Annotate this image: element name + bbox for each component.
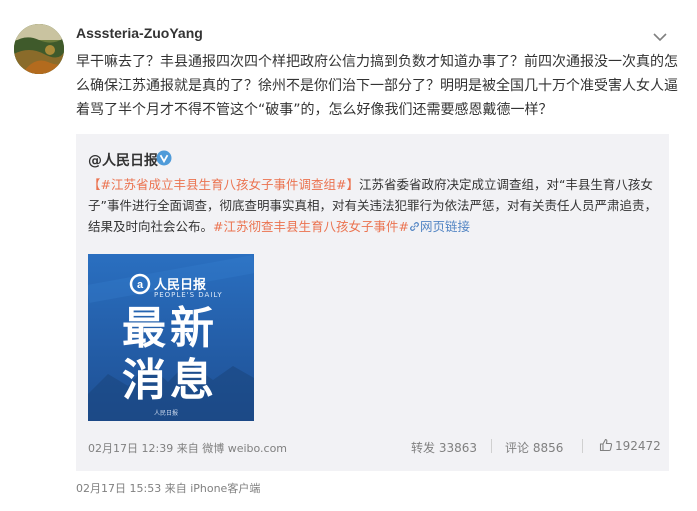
forward-button[interactable]: 转发 33863 <box>411 439 477 456</box>
like-icon[interactable] <box>599 438 613 452</box>
web-link[interactable]: 网页链接 <box>409 219 470 234</box>
post-username[interactable]: Asssteria-ZuoYang <box>76 25 203 41</box>
comment-button[interactable]: 评论 8856 <box>505 439 563 456</box>
news-image[interactable]: a 人民日报 PEOPLE'S DAILY 最新 消息 人民日报 <box>88 254 254 421</box>
verified-badge-icon <box>156 150 172 166</box>
divider <box>491 439 492 453</box>
original-meta: 02月17日 12:39 来自 微博 weibo.com <box>88 440 287 456</box>
avatar[interactable] <box>14 24 64 74</box>
like-count[interactable]: 192472 <box>615 439 661 453</box>
original-source: 来自 微博 weibo.com <box>176 442 288 455</box>
post-time[interactable]: 02月17日 15:53 <box>76 482 161 495</box>
image-logo-subtext: PEOPLE'S DAILY <box>154 291 223 299</box>
original-author[interactable]: @人民日报 <box>88 150 158 170</box>
original-actions: 转发 33863 评论 8856 192472 <box>409 436 669 456</box>
post-source: 来自 iPhone客户端 <box>164 482 261 495</box>
hashtag-link[interactable]: 【#江苏省成立丰县生育八孩女子事件调查组#】 <box>88 177 359 192</box>
avatar-image <box>14 24 64 74</box>
divider <box>582 439 583 453</box>
original-text: 【#江苏省成立丰县生育八孩女子事件调查组#】江苏省委省政府决定成立调查组，对“丰… <box>88 174 666 237</box>
image-headline-2: 消息 <box>122 355 218 406</box>
image-bottom-mark: 人民日报 <box>154 410 179 417</box>
post-meta: 02月17日 15:53 来自 iPhone客户端 <box>76 480 260 496</box>
image-headline-1: 最新 <box>122 303 218 354</box>
original-time[interactable]: 02月17日 12:39 <box>88 442 173 455</box>
svg-text:a: a <box>137 279 144 291</box>
link-icon <box>410 222 419 231</box>
hashtag-link-2[interactable]: #江苏彻查丰县生育八孩女子事件# <box>213 219 409 234</box>
reposted-card: @人民日报 【#江苏省成立丰县生育八孩女子事件调查组#】江苏省委省政府决定成立调… <box>76 134 669 471</box>
post-text: 早干嘛去了？丰县通报四次四个样把政府公信力搞到负数才知道办事了？前四次通报没一次… <box>76 54 678 118</box>
chevron-down-icon[interactable] <box>653 27 667 42</box>
web-link-label: 网页链接 <box>419 219 470 234</box>
